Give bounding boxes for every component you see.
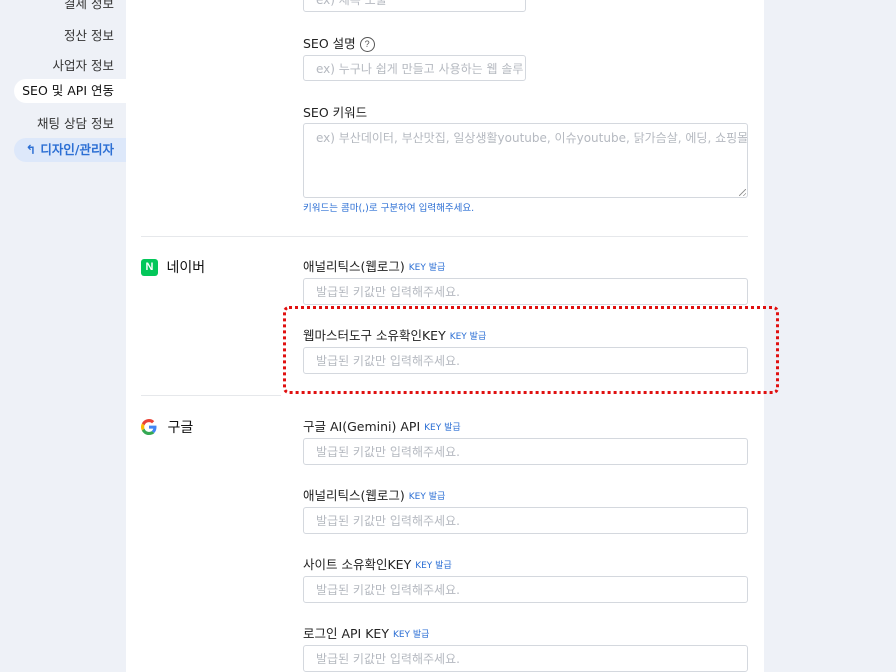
sidebar: 결제 정보 정산 정보 사업자 정보 SEO 및 API 연동 채팅 상담 정보… — [0, 0, 126, 672]
highlight-annotation — [283, 306, 779, 394]
google-login-api-input[interactable]: 발급된 키값만 입력해주세요. — [303, 645, 748, 672]
naver-logo-icon: N — [141, 258, 158, 276]
return-arrow-icon: ↰ — [25, 142, 37, 157]
help-icon[interactable]: ? — [359, 37, 375, 52]
sidebar-item-payment[interactable]: 결제 정보 — [64, 0, 114, 12]
google-site-verify-label-text: 사이트 소유확인KEY — [303, 557, 412, 572]
google-analytics-label: 애널리틱스(웹로그) KEY 발급 — [303, 485, 445, 504]
naver-section-title: N 네이버 — [141, 257, 205, 277]
seo-keywords-textarea[interactable]: ex) 부산데이터, 부산맛집, 일상생활youtube, 이슈youtube,… — [303, 123, 748, 198]
google-gemini-input[interactable]: 발급된 키값만 입력해주세요. — [303, 438, 748, 465]
sidebar-item-seo-api[interactable]: SEO 및 API 연동 — [14, 79, 126, 103]
naver-analytics-label: 애널리틱스(웹로그) KEY 발급 — [303, 256, 445, 275]
section-divider — [141, 236, 748, 237]
google-title: 구글 — [167, 420, 194, 436]
sidebar-item-business[interactable]: 사업자 정보 — [53, 55, 114, 74]
naver-analytics-label-text: 애널리틱스(웹로그) — [303, 259, 405, 274]
seo-title-input[interactable]: ex) 제목 노출 — [303, 0, 526, 12]
google-gemini-label: 구글 AI(Gemini) API KEY 발급 — [303, 416, 461, 435]
google-site-verify-label: 사이트 소유확인KEY KEY 발급 — [303, 554, 452, 573]
seo-description-label: SEO 설명? — [303, 33, 375, 52]
design-admin-link[interactable]: ↰ 디자인/관리자 — [14, 138, 126, 162]
google-section-title: 구글 — [141, 417, 193, 437]
google-analytics-input[interactable]: 발급된 키값만 입력해주세요. — [303, 507, 748, 534]
naver-analytics-key-link[interactable]: KEY 발급 — [409, 263, 446, 273]
seo-keywords-hint: 키워드는 콤마(,)로 구분하여 입력해주세요. — [303, 203, 475, 214]
naver-analytics-input[interactable]: 발급된 키값만 입력해주세요. — [303, 278, 748, 305]
google-site-verify-key-link[interactable]: KEY 발급 — [415, 561, 452, 571]
google-analytics-label-text: 애널리틱스(웹로그) — [303, 488, 405, 503]
google-login-api-key-link[interactable]: KEY 발급 — [393, 630, 430, 640]
seo-description-input[interactable]: ex) 누구나 쉽게 만들고 사용하는 웹 솔루 — [303, 55, 526, 81]
google-login-api-label: 로그인 API KEY KEY 발급 — [303, 623, 429, 642]
seo-keywords-label: SEO 키워드 — [303, 105, 368, 120]
seo-keywords-placeholder: ex) 부산데이터, 부산맛집, 일상생활youtube, 이슈youtube,… — [316, 131, 748, 145]
google-gemini-label-text: 구글 AI(Gemini) API — [303, 419, 421, 434]
google-gemini-key-link[interactable]: KEY 발급 — [424, 423, 461, 433]
resize-grip-icon[interactable] — [739, 189, 746, 196]
section-divider — [141, 395, 281, 396]
naver-title: 네이버 — [166, 260, 206, 276]
google-logo-icon — [141, 419, 157, 435]
google-site-verify-input[interactable]: 발급된 키값만 입력해주세요. — [303, 576, 748, 603]
sidebar-item-settlement[interactable]: 정산 정보 — [64, 25, 114, 44]
google-login-api-label-text: 로그인 API KEY — [303, 626, 389, 641]
design-admin-label: 디자인/관리자 — [40, 142, 114, 157]
google-analytics-key-link[interactable]: KEY 발급 — [409, 492, 446, 502]
seo-description-label-text: SEO 설명 — [303, 36, 356, 51]
sidebar-item-chat[interactable]: 채팅 상담 정보 — [37, 113, 114, 132]
